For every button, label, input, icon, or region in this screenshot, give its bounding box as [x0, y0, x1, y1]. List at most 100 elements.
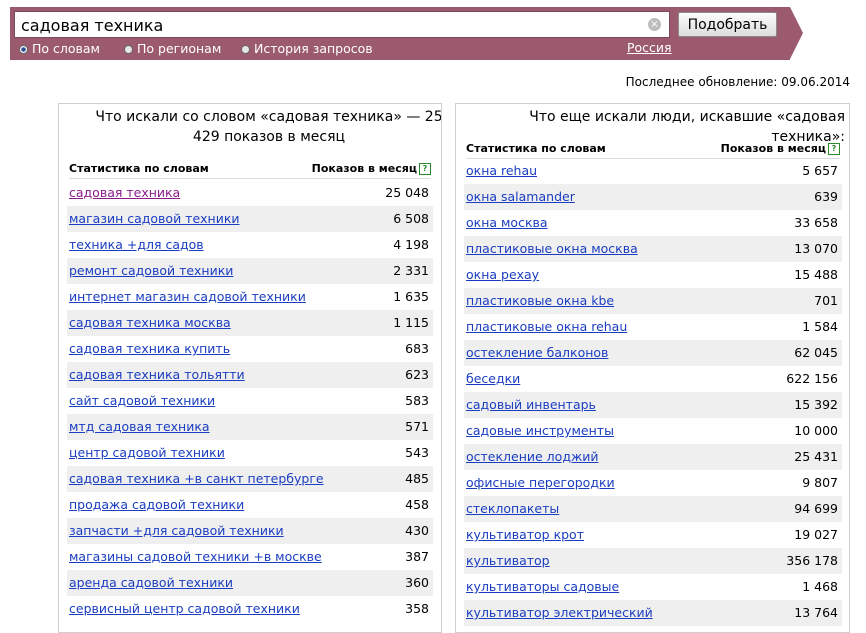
- table-row: остекление лоджий 25 431: [464, 444, 842, 470]
- clear-icon[interactable]: ×: [648, 18, 661, 31]
- query-link[interactable]: остекление лоджий: [466, 449, 598, 464]
- query-link[interactable]: садовая техника тольятти: [69, 367, 245, 382]
- query-link[interactable]: садовая техника: [69, 185, 180, 200]
- query-link[interactable]: магазины садовой техники +в москве: [69, 549, 322, 564]
- mode-by-regions[interactable]: По регионам: [124, 41, 221, 56]
- mode-by-words[interactable]: По словам: [19, 41, 100, 56]
- table-row: окна salamander 639: [464, 184, 842, 210]
- table-row: садовая техника 25 048: [67, 180, 433, 206]
- column-query-header: Статистика по словам: [69, 162, 209, 175]
- impressions-count: 683: [405, 341, 429, 356]
- query-link[interactable]: культиватор: [466, 553, 550, 568]
- related-panel: Что еще искали люди, искавшие «садовая т…: [455, 103, 850, 633]
- query-link[interactable]: пластиковые окна rehau: [466, 319, 627, 334]
- query-link[interactable]: беседки: [466, 371, 520, 386]
- table-row: садовые инструменты 10 000: [464, 418, 842, 444]
- impressions-count: 622 156: [786, 371, 838, 386]
- impressions-count: 33 658: [794, 215, 838, 230]
- impressions-count: 4 198: [393, 237, 429, 252]
- impressions-count: 62 045: [794, 345, 838, 360]
- query-link[interactable]: ремонт садовой техники: [69, 263, 233, 278]
- words-panel: Что искали со словом «садовая техника» —…: [58, 103, 442, 633]
- table-row: стеклопакеты 94 699: [464, 496, 842, 522]
- table-row: садовый инвентарь 15 392: [464, 392, 842, 418]
- impressions-count: 1 468: [802, 579, 838, 594]
- radio-selected-icon[interactable]: [19, 45, 28, 54]
- table-row: мтд садовая техника 571: [67, 414, 433, 440]
- table-row: магазин садовой техники 6 508: [67, 206, 433, 232]
- query-link[interactable]: окна рехау: [466, 267, 539, 282]
- table-row: интернет магазин садовой техники 1 635: [67, 284, 433, 310]
- query-link[interactable]: садовая техника москва: [69, 315, 231, 330]
- table-row: остекление балконов 62 045: [464, 340, 842, 366]
- impressions-count: 13 764: [794, 605, 838, 620]
- mode-history[interactable]: История запросов: [241, 41, 373, 56]
- table-row: центр садовой техники 543: [67, 440, 433, 466]
- impressions-count: 430: [405, 523, 429, 538]
- query-link[interactable]: офисные перегородки: [466, 475, 615, 490]
- mode-by-words-label: По словам: [32, 41, 100, 56]
- radio-icon[interactable]: [241, 45, 250, 54]
- query-link[interactable]: продажа садовой техники: [69, 497, 244, 512]
- column-count-label: Показов в месяц: [311, 162, 417, 175]
- table-row: пластиковые окна москва 13 070: [464, 236, 842, 262]
- table-row: продажа садовой техники 458: [67, 492, 433, 518]
- query-link[interactable]: культиваторы садовые: [466, 579, 619, 594]
- submit-button[interactable]: Подобрать: [678, 12, 777, 37]
- table-row: садовая техника москва 1 115: [67, 310, 433, 336]
- table-row: магазины садовой техники +в москве 387: [67, 544, 433, 570]
- query-link[interactable]: стеклопакеты: [466, 501, 559, 516]
- query-link[interactable]: садовый инвентарь: [466, 397, 596, 412]
- radio-icon[interactable]: [124, 45, 133, 54]
- query-link[interactable]: садовая техника купить: [69, 341, 230, 356]
- impressions-count: 1 584: [802, 319, 838, 334]
- impressions-count: 639: [814, 189, 838, 204]
- impressions-count: 5 657: [802, 163, 838, 178]
- table-row: культиватор крот 19 027: [464, 522, 842, 548]
- query-link[interactable]: культиватор электрический: [466, 605, 653, 620]
- table-row: культиватор электрический 13 764: [464, 600, 842, 626]
- words-panel-title: Что искали со словом «садовая техника» —…: [95, 109, 442, 145]
- query-link[interactable]: интернет магазин садовой техники: [69, 289, 306, 304]
- table-row: культиваторы садовые 1 468: [464, 574, 842, 600]
- query-link[interactable]: центр садовой техники: [69, 445, 225, 460]
- query-link[interactable]: садовые инструменты: [466, 423, 614, 438]
- help-icon[interactable]: ?: [419, 163, 431, 175]
- impressions-count: 485: [405, 471, 429, 486]
- query-link[interactable]: мтд садовая техника: [69, 419, 210, 434]
- query-link[interactable]: техника +для садов: [69, 237, 204, 252]
- impressions-count: 358: [405, 601, 429, 616]
- query-link[interactable]: сайт садовой техники: [69, 393, 215, 408]
- table-row: окна rehau 5 657: [464, 158, 842, 184]
- impressions-count: 13 070: [794, 241, 838, 256]
- mode-by-regions-label: По регионам: [137, 41, 222, 56]
- table-row: окна рехау 15 488: [464, 262, 842, 288]
- region-link[interactable]: Россия: [627, 40, 672, 55]
- impressions-count: 583: [405, 393, 429, 408]
- header-arrow-tip: [790, 7, 803, 59]
- query-link[interactable]: сервисный центр садовой техники: [69, 601, 300, 616]
- query-link[interactable]: культиватор крот: [466, 527, 584, 542]
- query-link[interactable]: окна москва: [466, 215, 548, 230]
- help-icon[interactable]: ?: [828, 143, 840, 155]
- query-link[interactable]: пластиковые окна kbe: [466, 293, 614, 308]
- table-row: сайт садовой техники 583: [67, 388, 433, 414]
- query-link[interactable]: садовая техника +в санкт петербурге: [69, 471, 324, 486]
- table-row: аренда садовой техники 360: [67, 570, 433, 596]
- query-link[interactable]: пластиковые окна москва: [466, 241, 638, 256]
- query-link[interactable]: магазин садовой техники: [69, 211, 240, 226]
- search-input[interactable]: [15, 12, 641, 38]
- query-link[interactable]: окна salamander: [466, 189, 575, 204]
- column-count-header: Показов в месяц?: [721, 142, 840, 155]
- query-link[interactable]: запчасти +для садовой техники: [69, 523, 284, 538]
- impressions-count: 2 331: [393, 263, 429, 278]
- query-link[interactable]: аренда садовой техники: [69, 575, 233, 590]
- words-table: садовая техника 25 048 магазин садовой тех…: [67, 180, 433, 622]
- query-link[interactable]: окна rehau: [466, 163, 537, 178]
- mode-history-label: История запросов: [254, 41, 373, 56]
- column-query-header: Статистика по словам: [466, 142, 606, 155]
- related-table-header: Статистика по словам Показов в месяц?: [466, 138, 840, 159]
- impressions-count: 15 392: [794, 397, 838, 412]
- impressions-count: 356 178: [786, 553, 838, 568]
- query-link[interactable]: остекление балконов: [466, 345, 608, 360]
